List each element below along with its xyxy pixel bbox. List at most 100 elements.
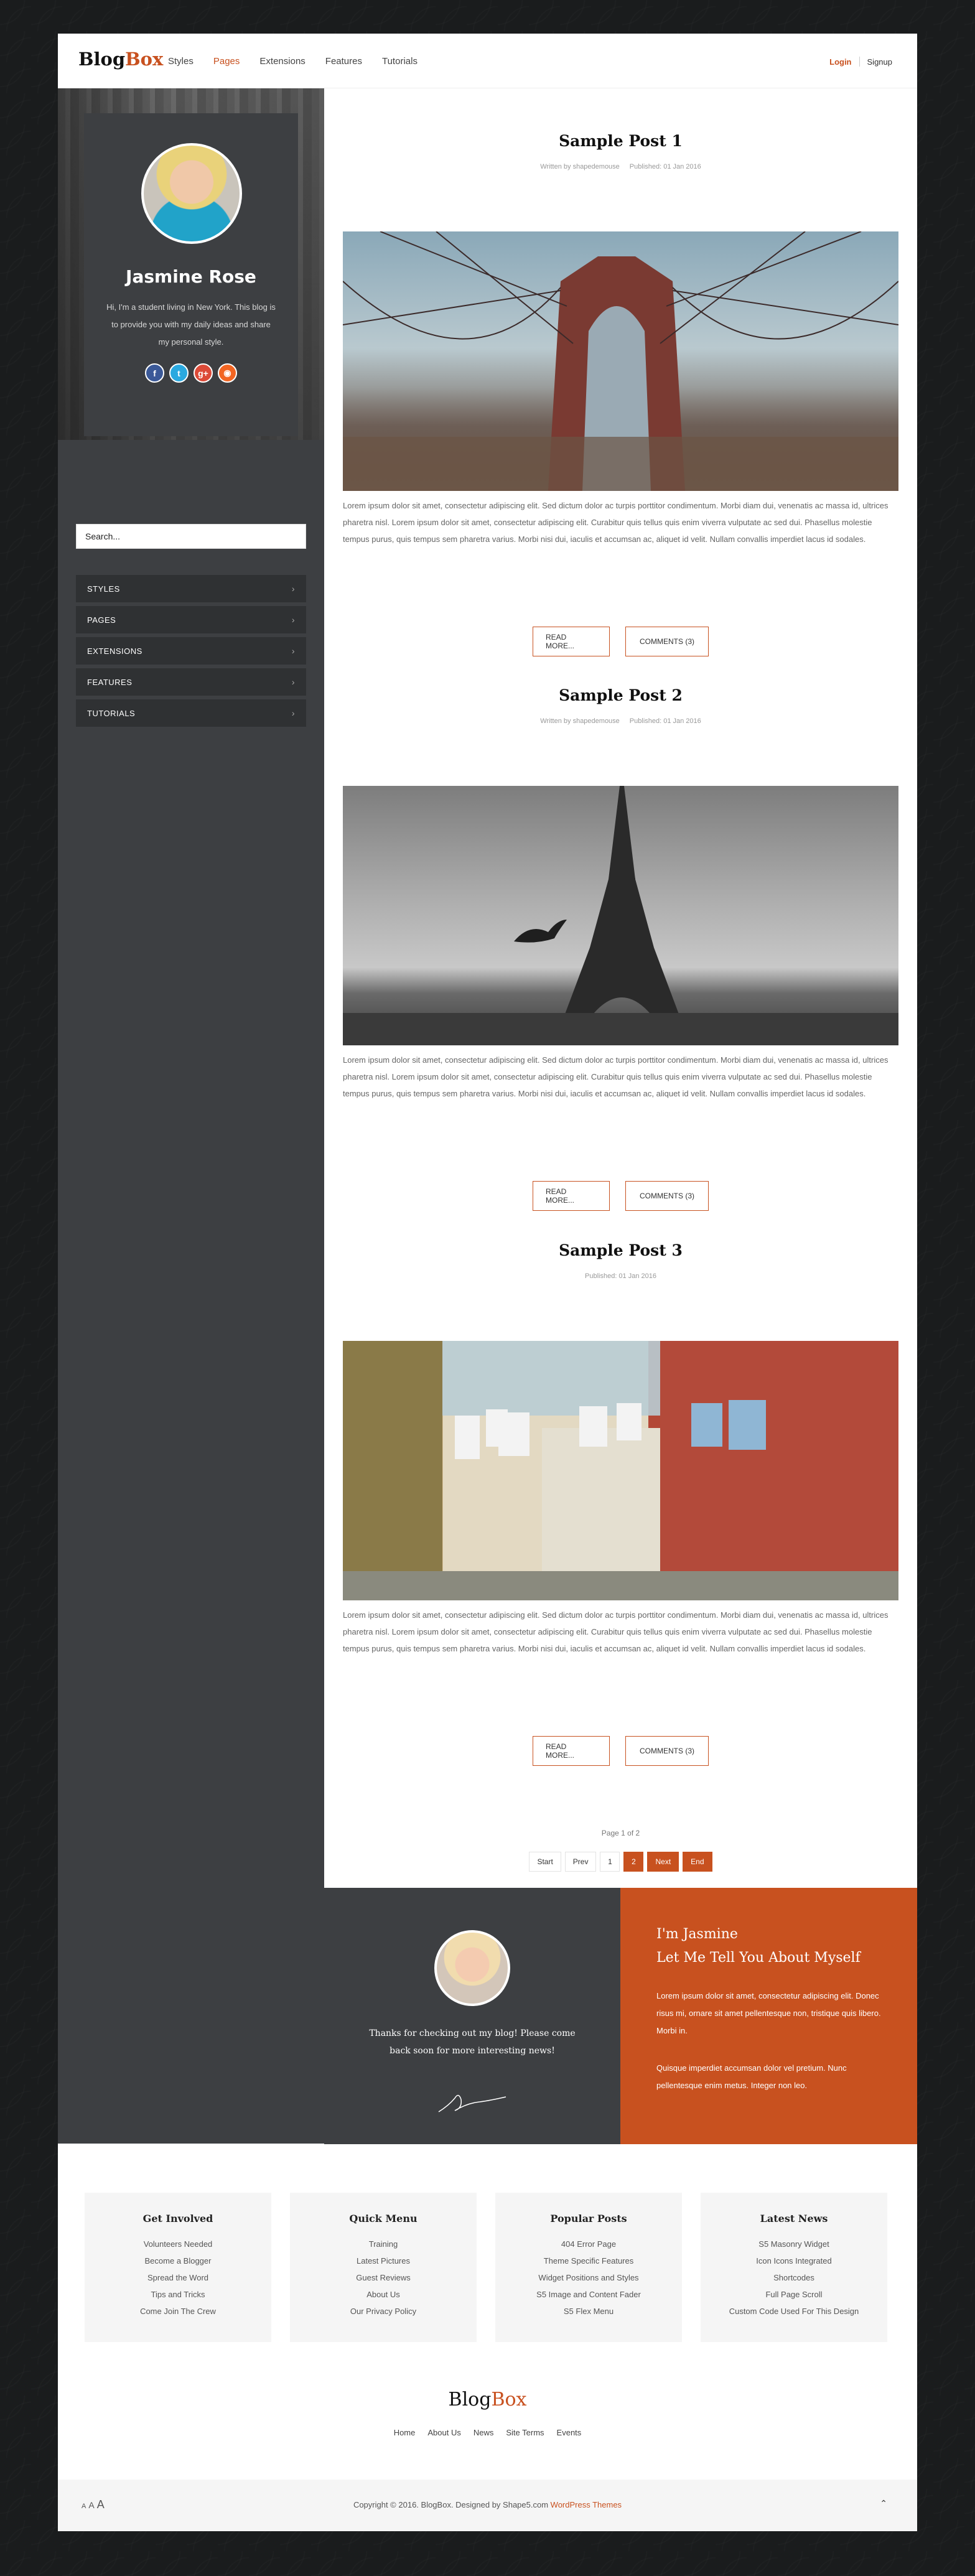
post-date: Published: 01 Jan 2016 bbox=[629, 717, 701, 725]
about-paragraph-2: Quisque imperdiet accumsan dolor vel pre… bbox=[656, 2063, 847, 2090]
footer-nav: Home About Us News Site Terms Events bbox=[58, 2428, 917, 2437]
read-more-button[interactable]: READ MORE... bbox=[533, 1181, 610, 1211]
widget-link[interactable]: Our Privacy Policy bbox=[290, 2303, 477, 2320]
about-me-panel: I'm Jasmine Let Me Tell You About Myself… bbox=[620, 1888, 917, 2144]
read-more-button[interactable]: READ MORE... bbox=[533, 1736, 610, 1766]
login-link[interactable]: Login bbox=[829, 57, 851, 67]
search-input[interactable] bbox=[76, 524, 306, 549]
chevron-right-icon: › bbox=[291, 615, 295, 625]
sidebar-item-features[interactable]: FEATURES › bbox=[76, 668, 306, 696]
street-illustration bbox=[343, 1341, 898, 1600]
post-meta: Written by shapedemouse Published: 01 Jan… bbox=[324, 163, 917, 170]
post-meta: Written by shapedemouse Published: 01 Jan… bbox=[324, 717, 917, 725]
widget-link[interactable]: Icon Icons Integrated bbox=[701, 2252, 887, 2269]
footer-logo-text: Blog bbox=[448, 2389, 492, 2410]
post-title[interactable]: Sample Post 1 bbox=[324, 132, 917, 150]
post-date: Published: 01 Jan 2016 bbox=[629, 163, 701, 170]
widget-link[interactable]: S5 Image and Content Fader bbox=[495, 2286, 682, 2303]
widget-link[interactable]: Volunteers Needed bbox=[85, 2236, 271, 2252]
chevron-right-icon: › bbox=[291, 677, 295, 687]
pagination-end[interactable]: End bbox=[683, 1852, 712, 1872]
read-more-button[interactable]: READ MORE... bbox=[533, 627, 610, 656]
comments-button[interactable]: COMMENTS (3) bbox=[625, 1736, 709, 1766]
about-subheading: Let Me Tell You About Myself bbox=[656, 1950, 861, 1966]
post-excerpt: Lorem ipsum dolor sit amet, consectetur … bbox=[343, 1055, 889, 1098]
footer-link-news[interactable]: News bbox=[474, 2428, 494, 2437]
sidebar-item-label: TUTORIALS bbox=[87, 708, 136, 718]
widget-link[interactable]: Training bbox=[290, 2236, 477, 2252]
copyright-text: Copyright © 2016. BlogBox. Designed by S… bbox=[353, 2500, 551, 2509]
nav-features[interactable]: Features bbox=[325, 56, 362, 67]
copyright-link[interactable]: WordPress Themes bbox=[551, 2500, 622, 2509]
sidebar-item-tutorials[interactable]: TUTORIALS › bbox=[76, 699, 306, 727]
widget-link[interactable]: Shortcodes bbox=[701, 2269, 887, 2286]
post-title[interactable]: Sample Post 3 bbox=[324, 1241, 917, 1259]
widget-link[interactable]: Become a Blogger bbox=[85, 2252, 271, 2269]
site-logo[interactable]: BlogBox bbox=[78, 49, 163, 70]
widget-link[interactable]: Guest Reviews bbox=[290, 2269, 477, 2286]
widget-link[interactable]: Latest Pictures bbox=[290, 2252, 477, 2269]
about-thanks-text: Thanks for checking out my blog! Please … bbox=[369, 2028, 576, 2056]
chevron-right-icon: › bbox=[291, 708, 295, 718]
nav-extensions[interactable]: Extensions bbox=[259, 56, 305, 67]
widget-link[interactable]: S5 Flex Menu bbox=[495, 2303, 682, 2320]
widget-link[interactable]: Tips and Tricks bbox=[85, 2286, 271, 2303]
widget-link[interactable]: About Us bbox=[290, 2286, 477, 2303]
widget-popular-posts: Popular Posts 404 Error Page Theme Speci… bbox=[495, 2193, 682, 2342]
sidebar-item-styles[interactable]: STYLES › bbox=[76, 575, 306, 602]
bottom-bar: A A A Copyright © 2016. BlogBox. Designe… bbox=[58, 2480, 917, 2531]
footer-link-home[interactable]: Home bbox=[394, 2428, 416, 2437]
twitter-icon[interactable]: t bbox=[169, 363, 189, 383]
widget-link[interactable]: Theme Specific Features bbox=[495, 2252, 682, 2269]
profile-avatar bbox=[141, 143, 242, 244]
nav-tutorials[interactable]: Tutorials bbox=[382, 56, 418, 67]
signup-link[interactable]: Signup bbox=[867, 57, 892, 67]
comments-button[interactable]: COMMENTS (3) bbox=[625, 1181, 709, 1211]
widget-link[interactable]: S5 Masonry Widget bbox=[701, 2236, 887, 2252]
widget-link[interactable]: Custom Code Used For This Design bbox=[701, 2303, 887, 2320]
post-image-eiffel[interactable] bbox=[343, 786, 898, 1045]
widget-link[interactable]: 404 Error Page bbox=[495, 2236, 682, 2252]
widget-title: Get Involved bbox=[142, 2213, 213, 2224]
post-excerpt: Lorem ipsum dolor sit amet, consectetur … bbox=[343, 501, 889, 544]
about-avatar bbox=[434, 1930, 510, 2006]
pagination-page-2[interactable]: 2 bbox=[623, 1852, 644, 1872]
footer-link-terms[interactable]: Site Terms bbox=[506, 2428, 544, 2437]
widget-link[interactable]: Full Page Scroll bbox=[701, 2286, 887, 2303]
post-author: Written by shapedemouse bbox=[540, 717, 620, 725]
post-author: Written by shapedemouse bbox=[540, 163, 620, 170]
profile-card: Jasmine Rose Hi, I'm a student living in… bbox=[84, 113, 298, 436]
rss-icon[interactable]: ◉ bbox=[218, 363, 237, 383]
about-paragraph-1: Lorem ipsum dolor sit amet, consectetur … bbox=[656, 1991, 881, 2035]
scroll-top-icon[interactable]: ⌃ bbox=[880, 2498, 887, 2509]
comments-button[interactable]: COMMENTS (3) bbox=[625, 627, 709, 656]
widget-link[interactable]: Widget Positions and Styles bbox=[495, 2269, 682, 2286]
post-title[interactable]: Sample Post 2 bbox=[324, 686, 917, 704]
facebook-icon[interactable]: f bbox=[145, 363, 164, 383]
site-header: BlogBox Styles Pages Extensions Features… bbox=[58, 34, 917, 88]
post-image-street[interactable] bbox=[343, 1341, 898, 1600]
sidebar-item-extensions[interactable]: EXTENSIONS › bbox=[76, 637, 306, 665]
pagination-page-1[interactable]: 1 bbox=[600, 1852, 620, 1872]
widget-link[interactable]: Spread the Word bbox=[85, 2269, 271, 2286]
copyright: Copyright © 2016. BlogBox. Designed by S… bbox=[58, 2500, 917, 2509]
footer-link-events[interactable]: Events bbox=[557, 2428, 582, 2437]
widget-link[interactable]: Come Join The Crew bbox=[85, 2303, 271, 2320]
widget-title: Latest News bbox=[760, 2213, 828, 2224]
about-thanks-panel: Thanks for checking out my blog! Please … bbox=[324, 1888, 620, 2144]
post-image-bridge[interactable] bbox=[342, 231, 899, 491]
nav-styles[interactable]: Styles bbox=[168, 56, 194, 67]
footer-logo[interactable]: BlogBox bbox=[58, 2389, 917, 2410]
widget-quick-menu: Quick Menu Training Latest Pictures Gues… bbox=[290, 2193, 477, 2342]
nav-pages[interactable]: Pages bbox=[213, 56, 240, 67]
pagination-next[interactable]: Next bbox=[647, 1852, 679, 1872]
pagination-start[interactable]: Start bbox=[529, 1852, 561, 1872]
post-actions: READ MORE... COMMENTS (3) bbox=[324, 1181, 917, 1211]
footer-link-about[interactable]: About Us bbox=[427, 2428, 460, 2437]
about-heading: I'm Jasmine bbox=[656, 1926, 738, 1942]
widget-latest-news: Latest News S5 Masonry Widget Icon Icons… bbox=[701, 2193, 887, 2342]
pagination-prev[interactable]: Prev bbox=[564, 1852, 597, 1872]
google-plus-icon[interactable]: g+ bbox=[194, 363, 213, 383]
sidebar-item-pages[interactable]: PAGES › bbox=[76, 606, 306, 633]
sidebar-item-label: EXTENSIONS bbox=[87, 646, 142, 656]
